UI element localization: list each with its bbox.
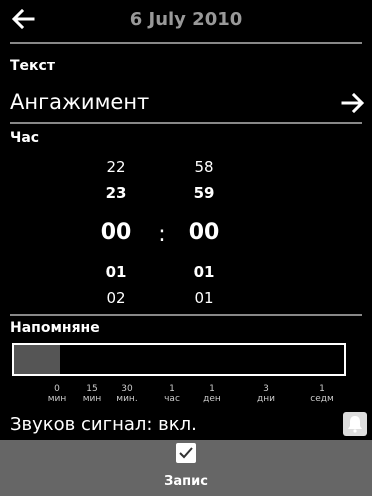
- open-text-button[interactable]: [338, 88, 368, 118]
- minute-prev1[interactable]: 59: [174, 184, 234, 202]
- scale-label-6: 1 седм: [310, 384, 334, 404]
- reminder-slider-thumb[interactable]: [14, 345, 60, 374]
- scale-label-5: 3 дни: [257, 384, 275, 404]
- header-divider: [10, 42, 362, 44]
- reminder-section-label: Напомняне: [10, 320, 100, 336]
- hour-next2[interactable]: 02: [86, 289, 146, 307]
- text-field[interactable]: Ангажимент: [10, 90, 149, 114]
- minute-next1[interactable]: 01: [174, 263, 234, 281]
- reminder-slider[interactable]: [12, 343, 346, 376]
- checkmark-icon: [179, 447, 193, 459]
- hour-prev2[interactable]: 22: [86, 158, 146, 176]
- minute-current[interactable]: 00: [174, 220, 234, 245]
- arrow-right-icon: [341, 93, 365, 113]
- hour-next1[interactable]: 01: [86, 263, 146, 281]
- time-divider: [10, 314, 362, 316]
- time-section-label: Час: [10, 130, 40, 146]
- hour-prev1[interactable]: 23: [86, 184, 146, 202]
- minute-next2[interactable]: 01: [174, 289, 234, 307]
- text-section-label: Текст: [10, 58, 55, 74]
- save-icon-box[interactable]: [176, 443, 196, 463]
- page-title: 6 July 2010: [129, 9, 243, 30]
- time-separator: :: [158, 222, 166, 247]
- bell-icon: [348, 416, 362, 433]
- sound-setting[interactable]: Звуков сигнал: вкл.: [10, 414, 197, 435]
- scale-label-0: 0 мин: [47, 384, 67, 404]
- scale-label-1: 15 мин: [82, 384, 102, 404]
- scale-label-2: 30 мин.: [116, 384, 138, 404]
- save-button[interactable]: Запис: [0, 474, 372, 489]
- text-divider: [10, 122, 362, 124]
- scale-label-4: 1 ден: [203, 384, 221, 404]
- scale-label-3: 1 час: [164, 384, 180, 404]
- sound-toggle-button[interactable]: [343, 412, 367, 436]
- hour-current[interactable]: 00: [86, 220, 146, 245]
- minute-prev2[interactable]: 58: [174, 158, 234, 176]
